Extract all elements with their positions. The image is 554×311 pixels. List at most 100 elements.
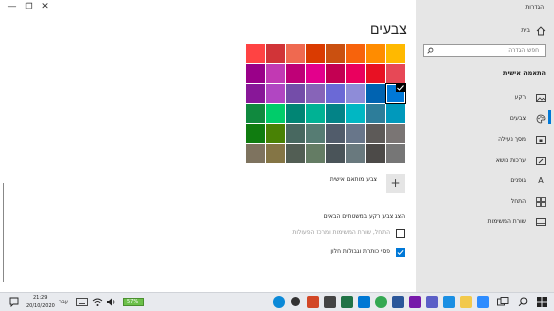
title-bars-checkbox[interactable] xyxy=(396,248,405,257)
sidebar-item-label: מסך נעילה xyxy=(498,136,526,143)
color-swatch[interactable] xyxy=(366,144,385,163)
color-swatch[interactable] xyxy=(286,124,305,143)
wifi-icon[interactable] xyxy=(92,297,103,307)
color-swatch[interactable] xyxy=(366,64,385,83)
sidebar-home-label: בית xyxy=(521,27,530,34)
custom-color-button[interactable]: + xyxy=(386,174,405,193)
color-swatch[interactable] xyxy=(386,44,405,63)
start-taskbar-checkbox[interactable] xyxy=(396,229,405,238)
color-swatch[interactable] xyxy=(246,44,265,63)
notification-icon[interactable] xyxy=(9,297,19,307)
sidebar-item-colors[interactable]: צבעים xyxy=(416,111,554,127)
outlook-icon[interactable] xyxy=(358,296,370,308)
accent-color-grid xyxy=(246,44,406,166)
accent-surfaces-title: הצג צבע רקע במשטחים הבאים xyxy=(323,213,405,220)
folder-icon[interactable] xyxy=(460,296,472,308)
color-swatch[interactable] xyxy=(286,104,305,123)
palette-icon xyxy=(536,114,546,124)
clock-time[interactable]: 21:29 xyxy=(33,295,47,301)
color-swatch[interactable] xyxy=(286,144,305,163)
color-swatch[interactable] xyxy=(306,124,325,143)
font-icon: A xyxy=(538,176,544,185)
color-swatch[interactable] xyxy=(386,144,405,163)
color-swatch[interactable] xyxy=(346,64,365,83)
chrome-icon[interactable] xyxy=(375,296,387,308)
search-icon xyxy=(427,47,434,54)
taskbar-icon xyxy=(536,218,546,226)
app-icon[interactable] xyxy=(324,296,336,308)
brush-icon xyxy=(536,157,546,165)
color-swatch[interactable] xyxy=(326,44,345,63)
sidebar-item-label: שורת המשימות xyxy=(487,218,526,225)
color-swatch[interactable] xyxy=(326,64,345,83)
color-swatch[interactable] xyxy=(306,64,325,83)
keyboard-icon[interactable] xyxy=(76,298,88,306)
color-swatch[interactable] xyxy=(266,144,285,163)
color-swatch[interactable] xyxy=(366,44,385,63)
color-swatch[interactable] xyxy=(326,104,345,123)
battery-percent: 57% xyxy=(127,299,139,305)
excel-icon[interactable] xyxy=(341,296,353,308)
scrollbar[interactable] xyxy=(3,183,4,282)
language-indicator[interactable]: עבר xyxy=(59,299,68,305)
sidebar-item-background[interactable]: רקע xyxy=(416,90,554,106)
start-button[interactable] xyxy=(537,297,547,307)
color-swatch[interactable] xyxy=(306,44,325,63)
color-swatch[interactable] xyxy=(326,144,345,163)
onenote-icon[interactable] xyxy=(409,296,421,308)
color-swatch[interactable] xyxy=(266,84,285,103)
sidebar-item-start[interactable]: התחל xyxy=(416,194,554,210)
phone-icon[interactable] xyxy=(443,296,455,308)
color-swatch[interactable] xyxy=(306,104,325,123)
color-swatch[interactable] xyxy=(366,124,385,143)
color-swatch[interactable] xyxy=(266,124,285,143)
color-swatch[interactable] xyxy=(386,124,405,143)
edge-icon[interactable] xyxy=(273,296,285,308)
teams-icon[interactable] xyxy=(426,296,438,308)
color-swatch[interactable] xyxy=(385,83,406,104)
color-swatch[interactable] xyxy=(346,104,365,123)
color-swatch[interactable] xyxy=(346,44,365,63)
search-input[interactable]: חפש הגדרה xyxy=(423,44,546,57)
zoom-icon[interactable] xyxy=(477,296,489,308)
sidebar-item-lock-screen[interactable]: מסך נעילה xyxy=(416,132,554,148)
color-swatch[interactable] xyxy=(386,104,405,123)
color-swatch[interactable] xyxy=(386,64,405,83)
color-swatch[interactable] xyxy=(326,84,345,103)
color-swatch[interactable] xyxy=(246,104,265,123)
task-view-icon[interactable] xyxy=(497,297,509,307)
color-swatch[interactable] xyxy=(326,124,345,143)
color-swatch[interactable] xyxy=(286,84,305,103)
sidebar-item-themes[interactable]: ערכות נושא xyxy=(416,153,554,169)
color-swatch[interactable] xyxy=(366,84,385,103)
color-swatch[interactable] xyxy=(346,84,365,103)
color-swatch[interactable] xyxy=(306,144,325,163)
sidebar-item-fonts[interactable]: גופנים A xyxy=(416,173,554,189)
search-placeholder: חפש הגדרה xyxy=(508,47,539,54)
color-swatch[interactable] xyxy=(286,44,305,63)
custom-color-label[interactable]: צבע מותאם אישית xyxy=(330,176,377,183)
settings-icon[interactable] xyxy=(291,297,300,306)
sidebar-item-taskbar[interactable]: שורת המשימות xyxy=(416,214,554,230)
color-swatch[interactable] xyxy=(306,84,325,103)
word-icon[interactable] xyxy=(392,296,404,308)
sidebar-item-label: ערכות נושא xyxy=(495,157,526,164)
color-swatch[interactable] xyxy=(346,144,365,163)
color-swatch[interactable] xyxy=(346,124,365,143)
color-swatch[interactable] xyxy=(246,124,265,143)
color-swatch[interactable] xyxy=(246,64,265,83)
close-button[interactable]: ✕ xyxy=(34,0,56,14)
color-swatch[interactable] xyxy=(246,84,265,103)
color-swatch[interactable] xyxy=(266,44,285,63)
color-swatch[interactable] xyxy=(366,104,385,123)
color-swatch[interactable] xyxy=(266,104,285,123)
search-icon[interactable] xyxy=(518,297,528,307)
powerpoint-icon[interactable] xyxy=(307,296,319,308)
color-swatch[interactable] xyxy=(286,64,305,83)
clock-date[interactable]: 20/10/2020 xyxy=(26,303,55,309)
volume-icon[interactable] xyxy=(106,297,116,307)
color-swatch[interactable] xyxy=(266,64,285,83)
color-swatch[interactable] xyxy=(246,144,265,163)
sidebar-item-home[interactable]: בית xyxy=(416,23,554,39)
battery-indicator[interactable]: 57% xyxy=(123,298,144,306)
